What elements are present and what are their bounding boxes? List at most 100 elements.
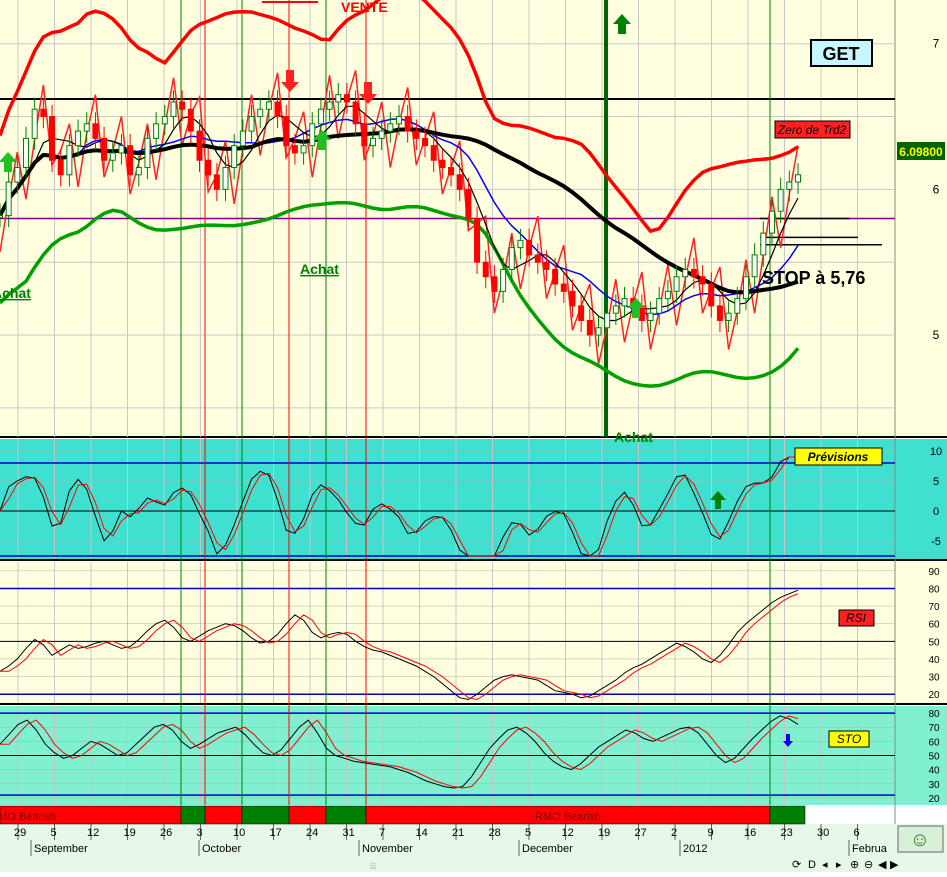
candle-body xyxy=(205,159,212,176)
rmo-label: RMO Bearish xyxy=(535,811,601,823)
candle-body xyxy=(768,210,775,234)
candle-body xyxy=(465,188,472,220)
candle-body xyxy=(144,137,151,169)
candle-body xyxy=(569,290,576,307)
rmo-segment xyxy=(288,805,327,825)
candle-body xyxy=(0,215,3,219)
y-tick-label: 90 xyxy=(928,567,940,578)
candle-body xyxy=(699,276,706,285)
x-tick-label: 19 xyxy=(124,827,136,839)
step-left-icon[interactable]: ◀ xyxy=(878,859,887,871)
step-right-icon[interactable]: ▶ xyxy=(890,859,899,871)
candle-body xyxy=(734,298,741,314)
nav-next-icon[interactable]: ▸ xyxy=(836,859,842,871)
candle-body xyxy=(491,276,498,292)
candle-body xyxy=(118,145,125,154)
zero-trd-label: Zero de Trd2 xyxy=(777,123,847,137)
candle-body xyxy=(274,101,281,118)
y-tick-label: 60 xyxy=(928,737,940,748)
nav-d-icon[interactable]: D xyxy=(808,859,816,871)
candle-body xyxy=(552,268,559,285)
candle-body xyxy=(578,305,585,321)
candle-body xyxy=(777,188,784,212)
candle-body xyxy=(725,312,732,321)
x-tick-label: 6 xyxy=(854,827,860,839)
x-tick-label: 12 xyxy=(562,827,574,839)
candle-body xyxy=(127,145,134,176)
candle-body xyxy=(239,130,246,147)
rsi-panel-bg xyxy=(0,562,895,703)
month-label: October xyxy=(202,843,241,855)
x-tick-label: 24 xyxy=(306,827,318,839)
candle-body xyxy=(222,167,229,190)
candle-body xyxy=(291,145,298,154)
candle-body xyxy=(742,276,749,300)
candle-body xyxy=(543,261,550,270)
rmo-segment xyxy=(204,805,243,825)
zoom-out-icon[interactable]: ⊖ xyxy=(864,859,873,871)
stop-label: STOP à 5,76 xyxy=(762,268,865,288)
y-tick-label: 80 xyxy=(928,584,940,595)
candle-body xyxy=(83,123,90,132)
candle-body xyxy=(66,145,73,176)
x-tick-label: 29 xyxy=(14,827,26,839)
rmo-segment xyxy=(769,805,806,825)
y-tick-label: 5 xyxy=(933,476,939,488)
candle-body xyxy=(5,181,12,217)
x-tick-label: 31 xyxy=(343,827,355,839)
sto-label: STO xyxy=(837,732,861,746)
candle-body xyxy=(500,268,507,292)
vente-label: VENTE xyxy=(341,0,388,15)
candle-body xyxy=(352,101,359,125)
candle-body xyxy=(92,123,99,139)
right-axis-main xyxy=(895,0,947,437)
candle-body xyxy=(673,276,680,292)
chart-window: MO Bearish RMO Bearish 5 6 7 -5 0 5 10 20 30 40 50 6… xyxy=(0,0,947,872)
candle-body xyxy=(231,145,238,169)
y-tick-label: 20 xyxy=(928,690,940,701)
x-tick-label: 3 xyxy=(197,827,203,839)
candle-body xyxy=(23,137,30,169)
candle-body xyxy=(170,101,177,118)
candle-body xyxy=(361,123,368,147)
candle-body xyxy=(439,159,446,169)
x-tick-label: 16 xyxy=(744,827,756,839)
candle-body xyxy=(161,116,168,125)
y-tick-label: 50 xyxy=(928,752,940,763)
candle-body xyxy=(369,137,376,147)
candle-body xyxy=(57,159,64,176)
y-tick-label: 0 xyxy=(933,506,939,518)
candle-body xyxy=(638,305,645,321)
x-tick-label: 7 xyxy=(379,827,385,839)
candle-body xyxy=(422,137,429,147)
x-tick-label: 5 xyxy=(51,827,57,839)
nav-prev-icon[interactable]: ◂ xyxy=(822,859,828,871)
candle-body xyxy=(326,101,333,110)
y-tick-label: 10 xyxy=(930,446,942,458)
x-tick-label: 19 xyxy=(598,827,610,839)
x-tick-label: 12 xyxy=(87,827,99,839)
rmo-segment xyxy=(180,805,206,825)
candle-body xyxy=(482,261,489,278)
candle-body xyxy=(179,101,186,110)
y-tick-label: 5 xyxy=(933,328,940,342)
candle-body xyxy=(708,283,715,307)
achat-label-left: Achat xyxy=(0,285,31,301)
rmo-segment xyxy=(325,805,367,825)
month-label: September xyxy=(34,843,88,855)
zoom-in-icon[interactable]: ⊕ xyxy=(850,859,859,871)
candle-body xyxy=(14,167,21,183)
candle-body xyxy=(621,298,628,307)
candle-body xyxy=(248,116,255,132)
y-tick-label: 70 xyxy=(928,602,940,613)
candle-body xyxy=(396,116,402,125)
candle-body xyxy=(75,130,82,147)
rmo-bar: MO Bearish RMO Bearish xyxy=(0,805,806,825)
candle-body xyxy=(534,254,541,263)
x-tick-label: 23 xyxy=(781,827,793,839)
x-tick-label: 2 xyxy=(671,827,677,839)
scroll-home-icon[interactable]: ⦙⦙⦙ xyxy=(370,861,376,871)
candle-body xyxy=(109,152,116,161)
nav-left-icon[interactable]: ⟳ xyxy=(792,859,801,871)
candle-body xyxy=(664,290,671,300)
